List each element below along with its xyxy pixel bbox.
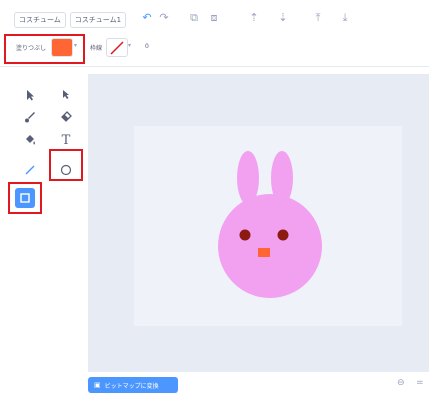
convert-to-bitmap-button[interactable]: ▣ ビットマップに変換 <box>88 377 178 393</box>
circle-tool[interactable] <box>56 160 76 180</box>
costume-name-field[interactable]: コスチューム <box>14 12 66 28</box>
circle-icon <box>60 164 72 176</box>
rectangle-tool[interactable] <box>15 188 35 208</box>
reshape-tool[interactable] <box>56 85 76 105</box>
arrow-icon <box>27 90 34 101</box>
reshape-icon <box>63 90 69 99</box>
front-icon[interactable]: ⤒ <box>311 11 325 25</box>
outline-label: 枠線 <box>90 45 103 52</box>
text-tool[interactable]: T <box>56 130 76 150</box>
redo-icon[interactable]: ↷ <box>157 11 171 25</box>
rectangle-icon <box>20 193 30 203</box>
brush-icon <box>25 112 35 123</box>
zoom-out-icon[interactable]: ⊖ <box>397 378 405 388</box>
line-tool[interactable] <box>20 160 40 180</box>
backward-icon[interactable]: ⇣ <box>276 11 290 25</box>
fill-color-swatch[interactable] <box>51 38 73 57</box>
outline-color-swatch[interactable] <box>106 38 128 57</box>
forward-icon[interactable]: ⇡ <box>247 11 261 25</box>
convert-label: ビットマップに変換 <box>104 382 159 390</box>
bucket-icon <box>26 135 35 145</box>
group-icon[interactable]: ⧉ <box>187 11 201 25</box>
zoom-equal-icon[interactable]: = <box>416 378 424 388</box>
fill-dropdown-icon[interactable]: ▾ <box>74 42 77 49</box>
back-icon[interactable]: ⤓ <box>338 11 352 25</box>
brush-tool[interactable] <box>20 107 40 127</box>
fill-label: 塗りつぶし <box>16 45 47 52</box>
line-icon <box>25 165 35 175</box>
bunny-right-eye <box>277 229 289 241</box>
bunny-drawing <box>218 151 322 298</box>
eraser-tool[interactable] <box>56 107 76 127</box>
bitmap-icon: ▣ <box>94 381 101 389</box>
canvas[interactable] <box>134 126 402 326</box>
select-tool[interactable] <box>20 85 40 105</box>
undo-icon[interactable]: ↶ <box>140 11 154 25</box>
outline-dropdown-icon[interactable]: ▾ <box>128 42 131 49</box>
text-icon: T <box>61 132 71 148</box>
ungroup-icon[interactable]: ⧈ <box>207 11 221 25</box>
costume-name-input[interactable]: コスチューム1 <box>69 12 127 28</box>
divider <box>0 66 429 67</box>
fill-tool[interactable] <box>20 130 40 150</box>
eraser-icon <box>61 111 72 122</box>
outline-width-input[interactable]: 0 <box>145 43 149 50</box>
bunny-left-eye <box>239 229 251 241</box>
bunny-nose <box>258 248 270 257</box>
bunny-head <box>218 194 322 298</box>
no-outline-icon <box>110 41 124 55</box>
costume-toolbar: コスチューム コスチューム1 <box>14 10 130 30</box>
